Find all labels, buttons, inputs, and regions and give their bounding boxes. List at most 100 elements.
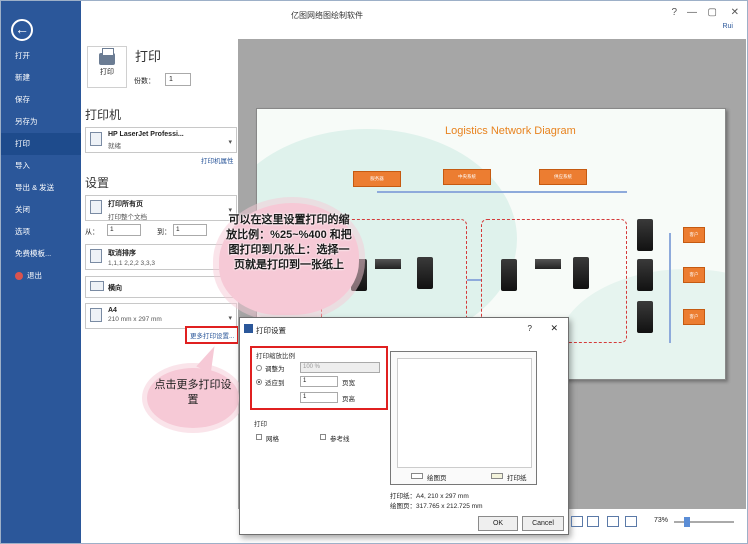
scale-callout-text: 可以在这里设置打印的缩放比例：%25~%400 和把图打印到几张上：选择一页就是…	[226, 214, 352, 271]
printer-device-icon	[90, 132, 102, 146]
full-screen-icon[interactable]	[625, 516, 637, 527]
fit-height-unit: 页高	[342, 396, 355, 403]
printer-heading: 打印机	[85, 108, 122, 122]
printer-properties-link[interactable]: 打印机属性	[201, 155, 234, 165]
minimize-icon[interactable]: —	[687, 7, 697, 18]
collate-select[interactable]: 取消排序 1,1,1 2,2,2 3,3,3 ▾	[85, 244, 237, 270]
menu-export-send[interactable]: 导出 & 发送	[1, 177, 81, 199]
more-settings-callout-text: 点击更多打印设置	[154, 379, 232, 406]
scale-group: 打印缩放比例 调整为 100 % 适应到 1 页宽 1 页高	[250, 346, 388, 410]
user-name[interactable]: Rui	[722, 23, 733, 30]
back-arrow-icon[interactable]: ←	[11, 19, 33, 41]
exit-icon	[15, 272, 23, 281]
server-icon	[637, 259, 653, 291]
dialog-close-icon[interactable]: ✕	[550, 323, 558, 334]
menu-free-templates[interactable]: 免费模板...	[1, 243, 81, 265]
paper-icon	[90, 308, 102, 322]
connector	[377, 191, 627, 193]
page-legend-swatch	[411, 473, 423, 479]
adjust-percent-select[interactable]: 100 %	[300, 362, 380, 373]
guides-label: 参考线	[330, 436, 350, 443]
zoom-slider-thumb[interactable]	[684, 517, 690, 527]
dialog-help-icon[interactable]: ?	[528, 324, 532, 333]
diagram-title: Logistics Network Diagram	[445, 125, 576, 137]
paper-title: A4	[108, 307, 117, 314]
printer-select[interactable]: HP LaserJet Professi... 就绪 ▾	[85, 127, 237, 153]
fit-label: 适应到	[265, 380, 285, 387]
preview-paper	[397, 358, 532, 468]
menu-print[interactable]: 打印	[1, 133, 81, 155]
connector	[669, 233, 671, 343]
server-icon	[417, 257, 433, 289]
diagram-box-central: 中央系统	[443, 169, 491, 185]
help-icon[interactable]: ?	[671, 7, 677, 18]
fit-width-input[interactable]: 1	[300, 376, 338, 387]
menu-options[interactable]: 选项	[1, 221, 81, 243]
dialog-app-icon	[244, 324, 253, 333]
dialog-preview: 绘图页 打印纸	[390, 351, 537, 485]
collate-sub: 1,1,1 2,2,2 3,3,3	[108, 260, 155, 267]
print-heading: 打印	[135, 49, 162, 64]
server-icon	[637, 219, 653, 251]
print-all-title: 打印所有页	[108, 201, 143, 208]
adjust-label: 调整为	[265, 366, 285, 373]
menu-save[interactable]: 保存	[1, 89, 81, 111]
diagram-box-server: 服务器	[353, 171, 401, 187]
zoom-slider[interactable]	[674, 521, 734, 523]
print-range-select[interactable]: 打印所有页 打印整个文档 ▾	[85, 195, 237, 221]
dialog-title: 打印设置	[256, 326, 286, 335]
from-input[interactable]: 1	[107, 224, 141, 236]
printer-name: HP LaserJet Professi...	[108, 131, 184, 138]
fit-height-input[interactable]: 1	[300, 392, 338, 403]
fit-radio[interactable]	[256, 379, 262, 385]
adjust-radio[interactable]	[256, 365, 262, 371]
dropdown-icon: ▾	[228, 138, 232, 146]
title-bar: 亿图网络图绘制软件 ? — ▢ ✕ Rui	[81, 1, 747, 31]
app-title: 亿图网络图绘制软件	[291, 11, 363, 20]
settings-heading: 设置	[85, 176, 110, 190]
printer-status: 就绪	[108, 143, 121, 150]
menu-exit[interactable]: 退出	[1, 265, 81, 287]
switch-icon	[535, 259, 561, 269]
menu-close[interactable]: 关闭	[1, 199, 81, 221]
scale-group-title: 打印缩放比例	[256, 353, 295, 360]
grid-label: 网格	[266, 436, 279, 443]
paper-sub: 210 mm x 297 mm	[108, 316, 162, 323]
server-icon	[573, 257, 589, 289]
menu-new[interactable]: 新建	[1, 67, 81, 89]
backstage-menu: 打开 新建 保存 另存为 打印 导入 导出 & 发送 关闭 选项 免费模板...…	[1, 45, 81, 287]
orientation-select[interactable]: 横向 ▾	[85, 276, 237, 298]
menu-open[interactable]: 打开	[1, 45, 81, 67]
menu-import[interactable]: 导入	[1, 155, 81, 177]
to-label: 到：	[157, 229, 171, 236]
guides-checkbox[interactable]	[320, 434, 326, 440]
zoom-level: 73%	[653, 517, 668, 524]
paper-legend-swatch	[491, 473, 503, 479]
paper-legend-label: 打印纸	[507, 475, 527, 482]
page-view-icon[interactable]	[571, 516, 583, 527]
server-icon	[501, 259, 517, 291]
print-settings-dialog: 打印设置 ? ✕ 打印缩放比例 调整为 100 % 适应到 1 页宽 1 页高 …	[239, 317, 569, 535]
pages-icon	[90, 200, 102, 214]
to-input[interactable]: 1	[173, 224, 207, 236]
close-icon[interactable]: ✕	[731, 7, 739, 18]
menu-exit-label: 退出	[27, 271, 42, 280]
dropdown-icon: ▾	[228, 314, 232, 322]
diagram-box-customer: 客户	[683, 227, 705, 243]
copies-input[interactable]: 1	[165, 73, 191, 86]
print-button[interactable]: 打印	[87, 46, 127, 88]
print-button-label: 打印	[100, 69, 114, 76]
fit-width-icon[interactable]	[607, 516, 619, 527]
menu-save-as[interactable]: 另存为	[1, 111, 81, 133]
diagram-box-customer: 客户	[683, 267, 705, 283]
server-icon	[637, 301, 653, 333]
fit-page-icon[interactable]	[587, 516, 599, 527]
more-print-settings-link[interactable]: 更多打印设置...	[185, 326, 240, 344]
diagram-box-customer: 客户	[683, 309, 705, 325]
paper-info: 打印纸：A4, 210 x 297 mm	[390, 493, 469, 500]
orientation-title: 横向	[108, 285, 122, 292]
collate-icon	[90, 249, 102, 263]
backstage-sidebar: ← 打开 新建 保存 另存为 打印 导入 导出 & 发送 关闭 选项 免费模板.…	[1, 1, 81, 543]
grid-checkbox[interactable]	[256, 434, 262, 440]
maximize-icon[interactable]: ▢	[708, 7, 717, 18]
